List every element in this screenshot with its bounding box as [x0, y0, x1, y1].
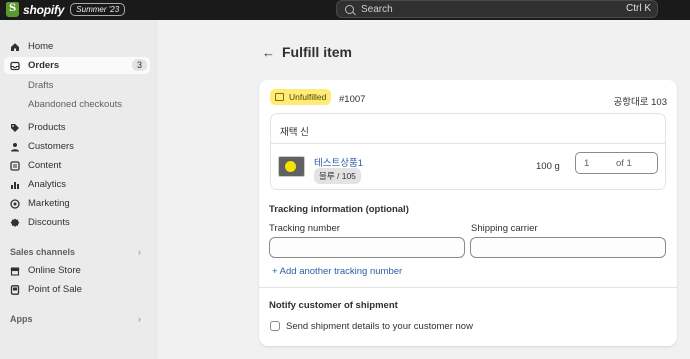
inbox-icon	[10, 61, 20, 71]
product-thumbnail	[278, 156, 305, 177]
sidebar-subitem-abandoned-checkouts[interactable]: Abandoned checkouts	[28, 99, 122, 110]
search-placeholder: Search	[361, 3, 393, 15]
line-items-box: 재택 신 테스트상품1 블루 / 105 100 g 1 of 1	[270, 113, 666, 190]
sidebar-item-label: Orders	[28, 60, 60, 71]
status-badge: Unfulfilled	[270, 89, 332, 105]
home-icon	[10, 42, 20, 52]
shopify-bag-icon	[6, 2, 19, 17]
sidebar-subitem-drafts[interactable]: Drafts	[28, 80, 53, 91]
sidebar-item-content[interactable]: Content	[4, 157, 150, 174]
orders-count-badge: 3	[131, 59, 147, 71]
sidebar-item-online-store[interactable]: Online Store	[4, 262, 150, 279]
search-bar[interactable]: Search Ctrl K	[336, 0, 658, 18]
notify-checkbox-label[interactable]: Send shipment details to your customer n…	[286, 321, 473, 332]
sidebar-item-marketing[interactable]: Marketing	[4, 195, 150, 212]
shipping-carrier-label: Shipping carrier	[471, 223, 538, 234]
back-arrow-icon[interactable]: ←	[262, 45, 275, 60]
target-icon	[10, 198, 20, 209]
sidebar-item-label: Analytics	[28, 179, 67, 190]
product-weight: 100 g	[536, 161, 560, 172]
tracking-section-title: Tracking information (optional)	[269, 204, 409, 215]
sidebar-item-discounts[interactable]: Discounts	[4, 214, 150, 231]
bar-chart-icon	[10, 180, 20, 190]
search-shortcut: Ctrl K	[626, 3, 651, 14]
order-number: #1007	[339, 94, 366, 105]
sidebar-item-label: Point of Sale	[28, 284, 82, 295]
variant-badge: 블루 / 105	[314, 168, 361, 184]
sidebar-item-label: Discounts	[28, 217, 70, 228]
sidebar-item-label: Online Store	[28, 265, 81, 276]
notify-checkbox[interactable]	[270, 321, 280, 331]
notify-section-title: Notify customer of shipment	[269, 300, 398, 311]
quantity-value: 1	[584, 158, 590, 169]
page-header: ← Fulfill item	[262, 44, 352, 60]
content-icon	[10, 160, 20, 171]
tracking-number-label: Tracking number	[269, 223, 340, 234]
sidebar-item-home[interactable]: Home	[4, 38, 150, 55]
logo-text: shopify	[23, 2, 65, 17]
pos-icon	[10, 284, 20, 295]
sidebar: Home Orders 3 Drafts Abandoned checkouts…	[0, 20, 158, 359]
store-icon	[10, 266, 20, 276]
discount-icon	[10, 218, 20, 228]
edition-badge: Summer '23	[70, 3, 126, 16]
sidebar-item-label: Home	[28, 41, 54, 52]
sidebar-item-point-of-sale[interactable]: Point of Sale	[4, 281, 150, 298]
sales-channels-heading[interactable]: Sales channels	[10, 247, 75, 257]
apps-heading[interactable]: Apps	[10, 314, 33, 324]
page-title: Fulfill item	[282, 44, 352, 60]
tracking-number-input[interactable]	[269, 237, 465, 258]
top-bar: shopify Summer '23 Search Ctrl K	[0, 0, 690, 20]
sidebar-item-customers[interactable]: Customers	[4, 138, 150, 155]
sidebar-item-label: Customers	[28, 141, 74, 152]
shipping-carrier-input[interactable]	[470, 237, 666, 258]
thumbnail-dot	[285, 161, 296, 172]
quantity-total: of 1	[616, 158, 632, 169]
status-badge-label: Unfulfilled	[289, 92, 327, 102]
sidebar-item-analytics[interactable]: Analytics	[4, 176, 150, 193]
divider	[259, 287, 677, 288]
divider	[271, 143, 665, 144]
add-tracking-number-link[interactable]: + Add another tracking number	[272, 266, 402, 277]
sidebar-item-products[interactable]: Products	[4, 119, 150, 136]
sidebar-item-label: Products	[28, 122, 66, 133]
sidebar-item-label: Content	[28, 160, 62, 171]
fulfillment-location: 공항대로 103	[613, 97, 667, 108]
chevron-right-icon[interactable]: ›	[138, 247, 141, 257]
fulfillment-card: Unfulfilled #1007 공항대로 103 재택 신 테스트상품1 블…	[259, 80, 677, 346]
sidebar-item-orders[interactable]: Orders 3	[4, 57, 150, 74]
line-items-header: 재택 신	[280, 127, 309, 138]
person-icon	[10, 142, 20, 152]
sidebar-item-label: Marketing	[28, 198, 70, 209]
unfulfilled-icon	[275, 93, 284, 101]
quantity-input[interactable]: 1 of 1	[575, 152, 658, 174]
chevron-right-icon[interactable]: ›	[138, 314, 141, 324]
tag-icon	[10, 123, 20, 133]
search-icon	[345, 4, 354, 14]
shopify-logo[interactable]: shopify Summer '23	[6, 2, 126, 17]
product-name-link[interactable]: 테스트상품1	[314, 155, 363, 169]
